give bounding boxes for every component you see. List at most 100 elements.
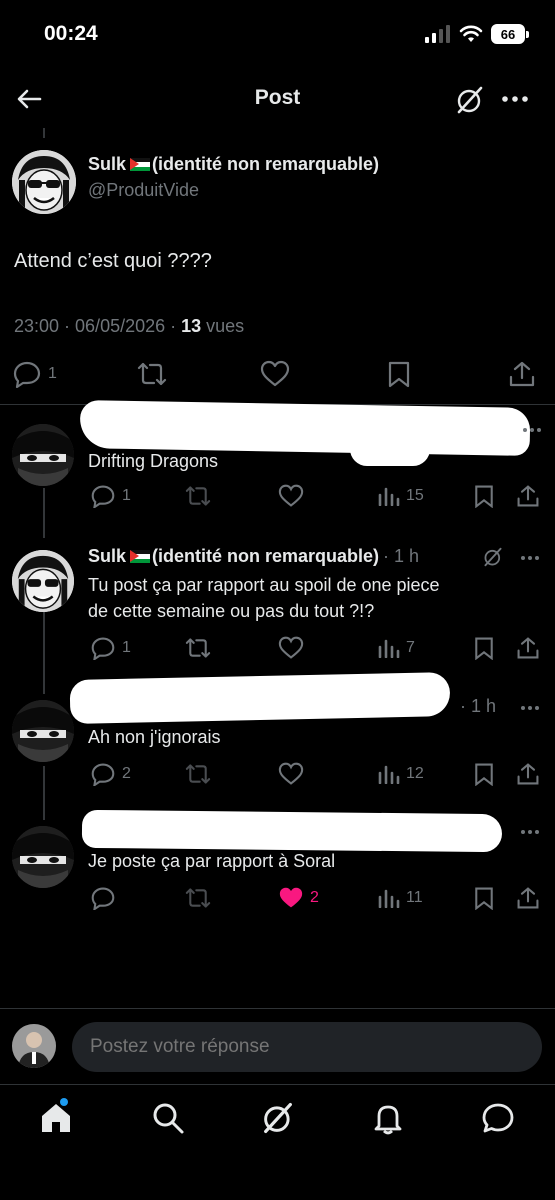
reply-button[interactable]: 1	[90, 484, 131, 508]
post-meta: 23:00 · 06/05/2026 · 13 vues	[14, 316, 244, 337]
view-count: 13	[181, 316, 202, 336]
reply-icon	[91, 637, 115, 660]
share-button[interactable]	[516, 886, 540, 910]
reply-more-button[interactable]	[520, 704, 540, 712]
like-button[interactable]	[278, 484, 304, 508]
reply-button[interactable]: 1	[90, 636, 131, 660]
reply-icon	[13, 361, 41, 388]
like-button[interactable]	[278, 762, 304, 786]
bookmark-button[interactable]	[472, 762, 496, 786]
reply-button[interactable]	[90, 886, 116, 910]
views-bar-icon	[378, 487, 400, 506]
views-button[interactable]: 11	[378, 888, 423, 908]
post-timestamp: 23:00 · 06/05/2026 ·	[14, 316, 182, 336]
author-name-suffix: (identité non remarquable)	[152, 154, 380, 174]
status-time: 00:24	[44, 22, 98, 45]
views-bar-icon	[378, 765, 400, 784]
author-avatar[interactable]	[12, 550, 74, 612]
reply-avatar[interactable]	[12, 424, 74, 486]
grok-button[interactable]	[454, 84, 486, 116]
reply-icon	[91, 485, 115, 508]
author-handle[interactable]: @ProduitVide	[88, 180, 199, 201]
reply-more-button[interactable]	[520, 828, 540, 836]
more-dots-icon	[523, 428, 541, 432]
reply-count: 1	[122, 487, 131, 504]
reply-avatar[interactable]	[12, 826, 74, 888]
palestine-flag-icon	[130, 550, 151, 563]
battery-icon: 66	[491, 24, 529, 44]
bookmark-button[interactable]	[472, 886, 496, 910]
reply-compose-input[interactable]	[72, 1022, 542, 1072]
more-options-button[interactable]	[498, 86, 532, 112]
reply-text: Drifting Dragons	[88, 451, 219, 471]
repost-button[interactable]	[136, 360, 168, 388]
user-avatar[interactable]	[12, 1024, 56, 1068]
author-name-suffix: (identité non remarquable)	[152, 546, 380, 566]
divider	[0, 1084, 555, 1085]
redaction-mark	[350, 432, 430, 466]
notification-dot	[60, 1098, 68, 1106]
bookmark-icon	[475, 887, 493, 910]
heart-icon	[278, 636, 304, 659]
like-button-active[interactable]: 2	[278, 886, 319, 910]
thread-line	[43, 612, 45, 694]
grok-icon	[457, 86, 483, 114]
share-icon	[509, 361, 535, 387]
avatar-illustration	[12, 700, 74, 762]
views-bar-icon	[378, 639, 400, 658]
tab-messages[interactable]	[480, 1100, 516, 1136]
bookmark-button[interactable]	[472, 636, 496, 660]
share-button[interactable]	[508, 360, 536, 388]
reply-button[interactable]: 2	[90, 762, 131, 786]
author-name-row[interactable]: Sulk (identité non remarquable)	[88, 154, 379, 175]
author-name-row[interactable]: Sulk (identité non remarquable) · 1 h	[88, 546, 419, 567]
reply-more-button[interactable]	[522, 426, 542, 434]
tab-home[interactable]	[38, 1098, 74, 1136]
repost-icon	[185, 764, 211, 784]
tab-grok[interactable]	[260, 1100, 296, 1136]
redaction-mark	[81, 809, 503, 853]
thread-line	[43, 766, 45, 820]
tab-search[interactable]	[150, 1100, 186, 1136]
view-count: 11	[406, 889, 423, 906]
signal-icon	[425, 25, 450, 43]
repost-button[interactable]	[184, 484, 212, 508]
share-icon	[517, 887, 539, 909]
share-icon	[517, 637, 539, 659]
heart-icon	[260, 360, 290, 387]
divider	[0, 1008, 555, 1009]
like-button[interactable]	[260, 360, 290, 388]
views-button[interactable]: 12	[378, 764, 424, 784]
share-button[interactable]	[516, 762, 540, 786]
like-button[interactable]	[278, 636, 304, 660]
thread-line	[43, 488, 45, 538]
redaction-mark	[69, 672, 451, 724]
reply-count: 1	[48, 365, 57, 382]
repost-icon	[137, 362, 167, 386]
bookmark-button[interactable]	[472, 484, 496, 508]
grok-button[interactable]	[482, 546, 504, 568]
bookmark-button[interactable]	[386, 360, 412, 388]
views-button[interactable]: 15	[378, 486, 424, 506]
reply-avatar[interactable]	[12, 700, 74, 762]
avatar-illustration	[12, 1024, 56, 1068]
views-button[interactable]: 7	[378, 638, 415, 658]
repost-button[interactable]	[184, 762, 212, 786]
bookmark-icon	[475, 485, 493, 508]
thread-line-top	[43, 128, 45, 138]
author-display-name: Sulk	[88, 154, 127, 174]
tab-notifications[interactable]	[370, 1100, 406, 1136]
share-button[interactable]	[516, 484, 540, 508]
author-avatar[interactable]	[12, 150, 76, 214]
reply-more-button[interactable]	[520, 554, 540, 562]
post-text: Attend c’est quoi ????	[14, 250, 212, 272]
share-button[interactable]	[516, 636, 540, 660]
like-count: 2	[310, 889, 319, 906]
reply-button[interactable]: 1	[12, 360, 57, 388]
repost-button[interactable]	[184, 886, 212, 910]
avatar-illustration	[12, 424, 74, 486]
views-bar-icon	[378, 889, 400, 908]
chat-bubble-icon	[482, 1103, 514, 1133]
repost-button[interactable]	[184, 636, 212, 660]
reply-count: 1	[122, 639, 131, 656]
